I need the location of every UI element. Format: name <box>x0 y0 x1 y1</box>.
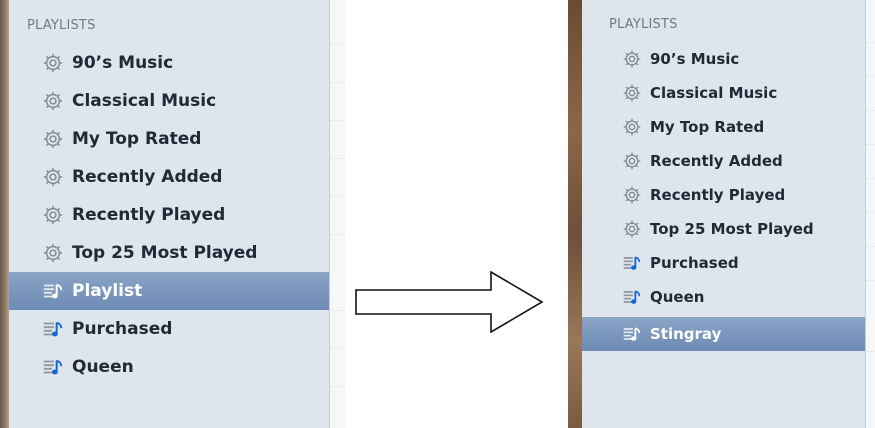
gear-icon <box>43 129 63 149</box>
content-area-edge <box>866 0 875 428</box>
playlist-icon <box>43 359 63 375</box>
window-edge <box>0 0 9 428</box>
playlists-sidebar: PLAYLISTS 90’s Music Classical Music My … <box>582 0 866 428</box>
playlist-item-top-25-most-played[interactable]: Top 25 Most Played <box>9 234 329 272</box>
playlist-item-stingray[interactable]: Stingray <box>582 317 865 351</box>
playlist-item-recently-played[interactable]: Recently Played <box>582 178 865 212</box>
playlist-item-label: Recently Played <box>72 205 226 225</box>
playlist-icon <box>623 327 641 341</box>
playlist-item-label: Stingray <box>650 325 722 343</box>
playlist-item-my-top-rated[interactable]: My Top Rated <box>582 110 865 144</box>
playlist-item-recently-added[interactable]: Recently Added <box>9 158 329 196</box>
playlist-item-label: Recently Added <box>650 152 783 170</box>
playlist-item-purchased[interactable]: Purchased <box>582 246 865 280</box>
playlist-item-top-25-most-played[interactable]: Top 25 Most Played <box>582 212 865 246</box>
gear-icon <box>623 186 641 204</box>
playlist-item-label: Top 25 Most Played <box>650 220 814 238</box>
gear-icon <box>623 50 641 68</box>
playlist-item-label: My Top Rated <box>72 129 202 149</box>
playlist-item-label: My Top Rated <box>650 118 765 136</box>
gear-icon <box>623 84 641 102</box>
playlist-item-classical-music[interactable]: Classical Music <box>582 76 865 110</box>
playlist-item-label: Recently Played <box>650 186 786 204</box>
playlist-item-90s-music[interactable]: 90’s Music <box>582 42 865 76</box>
playlist-icon <box>623 256 641 270</box>
playlist-item-label: Classical Music <box>72 91 217 111</box>
playlist-item-label: Queen <box>650 288 705 306</box>
after-screenshot: PLAYLISTS 90’s Music Classical Music My … <box>568 0 875 428</box>
gear-icon <box>43 91 63 111</box>
playlist-item-label: Classical Music <box>650 84 778 102</box>
playlist-icon <box>43 283 63 299</box>
playlist-item-label: Top 25 Most Played <box>72 243 258 263</box>
playlist-item-label: Queen <box>72 357 134 377</box>
playlist-item-queen[interactable]: Queen <box>582 280 865 314</box>
playlist-item-label: Purchased <box>72 319 173 339</box>
playlist-item-recently-played[interactable]: Recently Played <box>9 196 329 234</box>
content-area-edge <box>330 0 345 428</box>
playlist-icon <box>623 290 641 304</box>
playlists-header: PLAYLISTS <box>609 17 678 32</box>
playlist-item-label: 90’s Music <box>72 53 174 73</box>
right-arrow-icon <box>355 271 544 333</box>
playlist-item-queen[interactable]: Queen <box>9 348 329 386</box>
playlist-item-label: Recently Added <box>72 167 223 187</box>
gear-icon <box>623 220 641 238</box>
gear-icon <box>623 118 641 136</box>
playlist-item-my-top-rated[interactable]: My Top Rated <box>9 120 329 158</box>
gear-icon <box>43 53 63 73</box>
playlist-item-classical-music[interactable]: Classical Music <box>9 82 329 120</box>
playlists-sidebar: PLAYLISTS 90’s Music Classical Music My … <box>9 0 330 428</box>
gear-icon <box>623 152 641 170</box>
playlist-item-recently-added[interactable]: Recently Added <box>582 144 865 178</box>
playlist-item-90s-music[interactable]: 90’s Music <box>9 44 329 82</box>
gear-icon <box>43 243 63 263</box>
playlist-item-label: Playlist <box>72 281 143 301</box>
playlist-item-label: Purchased <box>650 254 739 272</box>
window-edge <box>568 0 582 428</box>
playlists-header: PLAYLISTS <box>27 18 96 33</box>
before-screenshot: PLAYLISTS 90’s Music Classical Music My … <box>0 0 345 428</box>
playlist-icon <box>43 321 63 337</box>
gear-icon <box>43 205 63 225</box>
playlist-item-playlist[interactable]: Playlist <box>9 272 329 310</box>
playlist-item-purchased[interactable]: Purchased <box>9 310 329 348</box>
playlist-item-label: 90’s Music <box>650 50 740 68</box>
gear-icon <box>43 167 63 187</box>
